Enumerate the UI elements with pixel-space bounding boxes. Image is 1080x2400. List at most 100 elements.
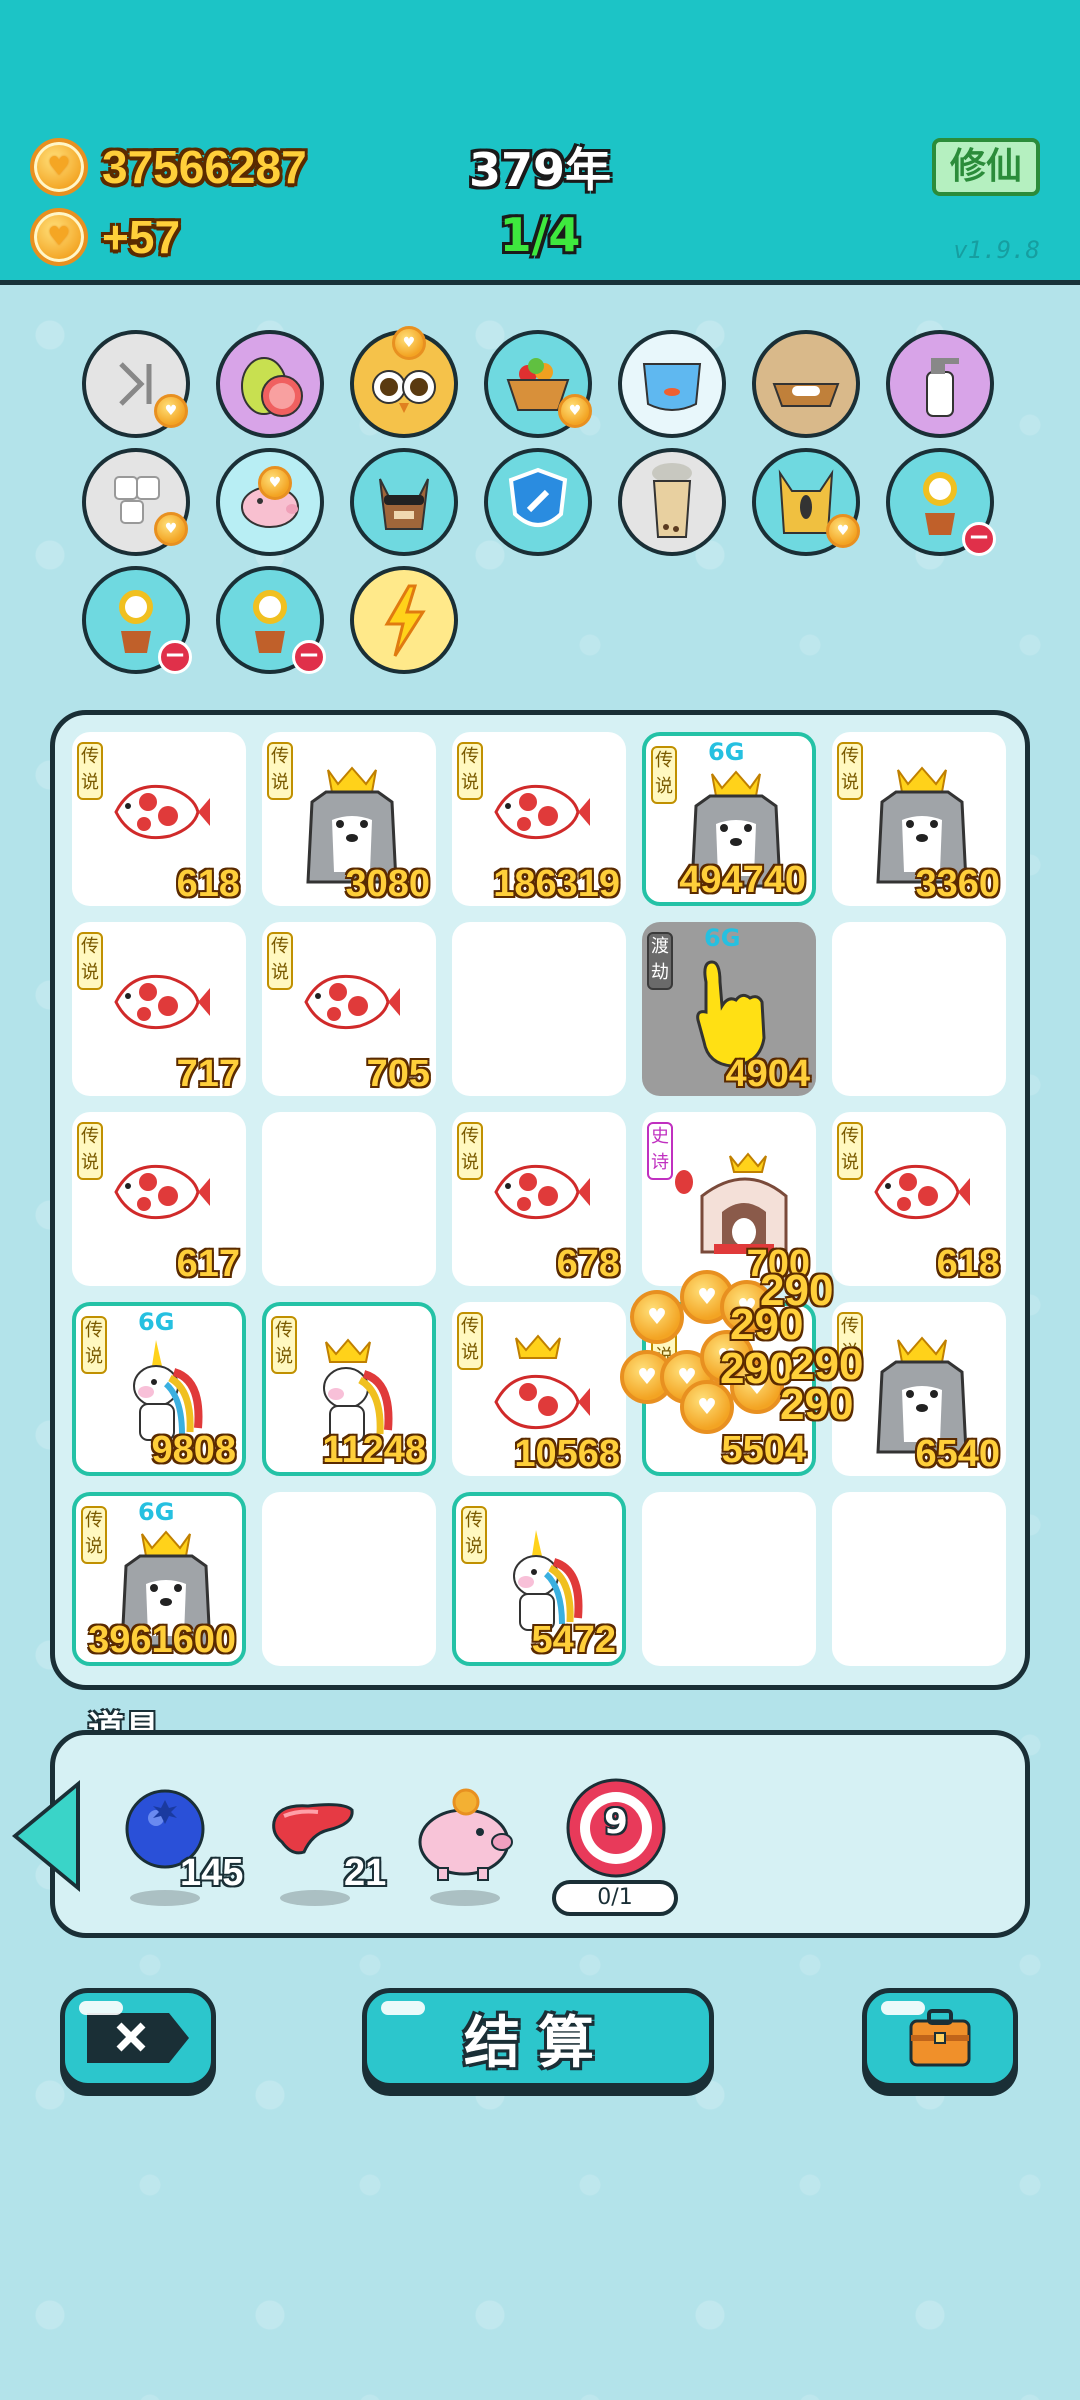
cell-value: 186319 xyxy=(493,863,620,905)
fish-icon xyxy=(482,1142,592,1246)
pet-food-icon[interactable] xyxy=(752,330,860,438)
grid-cell-empty[interactable] xyxy=(452,922,626,1096)
flower-pot-icon[interactable]: − xyxy=(886,448,996,556)
burst-number: 290 xyxy=(780,1380,854,1429)
lightning-icon[interactable] xyxy=(350,566,458,674)
cell-value: 3080 xyxy=(345,863,430,905)
grid-cell[interactable]: 传说 617 xyxy=(72,1112,246,1286)
flower-pot-icon[interactable]: − xyxy=(216,566,326,674)
grid-cell[interactable]: 传说 717 xyxy=(72,922,246,1096)
grid-cell-empty[interactable] xyxy=(262,1112,436,1286)
bag-button[interactable] xyxy=(862,1988,1018,2088)
grid-cell-empty[interactable] xyxy=(832,1492,1006,1666)
close-button[interactable] xyxy=(60,1988,216,2088)
piggy-bank-icon[interactable]: ♥ xyxy=(216,448,324,556)
coin-burst: ♥ ♥ ♥ ♥ ♥ ♥ ♥ ♥ 290 290 290 290 290 xyxy=(620,1266,880,1450)
grid-cell[interactable]: 传说 3080 xyxy=(262,732,436,906)
rarity-tag: 传说 xyxy=(267,932,293,990)
grid-cell[interactable]: 传说 6G 9808 xyxy=(72,1302,246,1476)
owl-icon[interactable]: ♥ xyxy=(350,326,458,438)
version-label: v1.9.8 xyxy=(953,236,1040,264)
grid-cell[interactable]: 史诗 700 xyxy=(642,1112,816,1286)
rarity-tag: 传说 xyxy=(81,1506,107,1564)
grid-cell[interactable]: 传说 186319 xyxy=(452,732,626,906)
grid-cell[interactable]: 传说 11248 xyxy=(262,1302,436,1476)
fish-icon xyxy=(102,952,212,1056)
fishbowl-icon[interactable] xyxy=(618,330,726,438)
grid-cell[interactable]: 传说 6G 494740 xyxy=(642,732,816,906)
grid-cell[interactable]: 传说 618 xyxy=(72,732,246,906)
cell-value: 494740 xyxy=(679,859,806,901)
target-number: 9 xyxy=(604,1802,628,1842)
rarity-tag: 传说 xyxy=(77,1122,103,1180)
grid-cell[interactable]: 传说 3360 xyxy=(832,732,1006,906)
rarity-tag: 传说 xyxy=(461,1506,487,1564)
bubble-tea-icon[interactable] xyxy=(618,448,726,556)
cool-dog-icon[interactable] xyxy=(350,448,458,556)
grid-cell-empty[interactable] xyxy=(832,922,1006,1096)
settle-button-label: 结算 xyxy=(464,2010,612,2076)
rarity-tag: 传说 xyxy=(81,1316,107,1374)
grid-cell[interactable]: 传说 618 xyxy=(832,1112,1006,1286)
pomelo-icon[interactable] xyxy=(216,330,324,438)
fish-icon xyxy=(862,1142,972,1246)
rarity-tag: 传说 xyxy=(651,746,677,804)
spray-bottle-icon[interactable] xyxy=(886,330,994,438)
rarity-tag: 传说 xyxy=(837,742,863,800)
settle-button[interactable]: 结算 xyxy=(362,1988,714,2088)
cell-value: 617 xyxy=(176,1243,240,1285)
year-counter: 379年 xyxy=(468,143,612,197)
rarity-tag: 传说 xyxy=(837,1122,863,1180)
fruit-basket-icon[interactable]: ♥ xyxy=(484,330,592,438)
cell-value: 678 xyxy=(556,1243,620,1285)
rarity-tag: 传说 xyxy=(77,932,103,990)
cell-value: 3961600 xyxy=(88,1619,236,1661)
briefcase-icon xyxy=(909,2009,971,2067)
fish-icon xyxy=(292,952,402,1056)
cell-value: 11248 xyxy=(322,1429,426,1471)
rarity-tag: 传说 xyxy=(267,742,293,800)
liver-count: 21 xyxy=(344,1852,387,1894)
grid-cell[interactable]: 传说 6G 3961600 xyxy=(72,1492,246,1666)
flower-pot-icon[interactable]: − xyxy=(82,566,192,674)
cell-value: 5472 xyxy=(531,1619,616,1661)
item-icon-bar: ♥ ♥ ♥ ♥ ♥ ♥ − − − xyxy=(0,300,1080,680)
round-counter: 1/4 xyxy=(499,208,581,262)
rarity-tag: 史诗 xyxy=(647,1122,673,1180)
target-progress: 0/1 xyxy=(552,1880,678,1916)
grid-cell[interactable]: 传说 5472 xyxy=(452,1492,626,1666)
dice-icon[interactable]: ♥ xyxy=(82,448,190,556)
grid-cell-empty[interactable] xyxy=(262,1492,436,1666)
shield-wrench-icon[interactable] xyxy=(484,448,592,556)
rarity-tag: 传说 xyxy=(271,1316,297,1374)
cell-value: 10568 xyxy=(514,1433,620,1475)
grid-cell[interactable]: 传说 10568 xyxy=(452,1302,626,1476)
level-badge: 6G xyxy=(704,924,741,952)
cultivate-button[interactable]: 修仙 xyxy=(932,138,1040,196)
piggy-bank-prop[interactable] xyxy=(410,1786,520,1886)
prop-shadow xyxy=(430,1890,500,1906)
cell-value: 9808 xyxy=(151,1429,236,1471)
scroll-left-arrow[interactable] xyxy=(18,1788,76,1884)
cell-value: 3360 xyxy=(915,863,1000,905)
rarity-tag: 渡劫 xyxy=(647,932,673,990)
cat-icon[interactable]: ♥ xyxy=(752,448,860,556)
close-icon xyxy=(87,2013,189,2063)
rarity-tag: 传说 xyxy=(457,742,483,800)
cell-value: 6540 xyxy=(915,1433,1000,1475)
level-badge: 6G xyxy=(708,738,745,766)
target-prop[interactable]: 9 xyxy=(564,1776,668,1884)
blueberry-count: 145 xyxy=(180,1852,244,1894)
top-bar: ♥ 37566287 ♥ +57 379年 1/4 修仙 v1.9.8 xyxy=(0,0,1080,285)
cell-value: 618 xyxy=(936,1243,1000,1285)
level-badge: 6G xyxy=(138,1308,175,1336)
skip-icon[interactable]: ♥ xyxy=(82,330,190,438)
prop-shadow xyxy=(280,1890,350,1906)
grid-cell[interactable]: 传说 705 xyxy=(262,922,436,1096)
fish-icon xyxy=(102,1142,212,1246)
cell-value: 717 xyxy=(176,1053,240,1095)
grid-cell[interactable]: 传说 678 xyxy=(452,1112,626,1286)
cell-value: 618 xyxy=(176,863,240,905)
grid-cell[interactable]: 渡劫 6G 4904 xyxy=(642,922,816,1096)
grid-cell-empty[interactable] xyxy=(642,1492,816,1666)
